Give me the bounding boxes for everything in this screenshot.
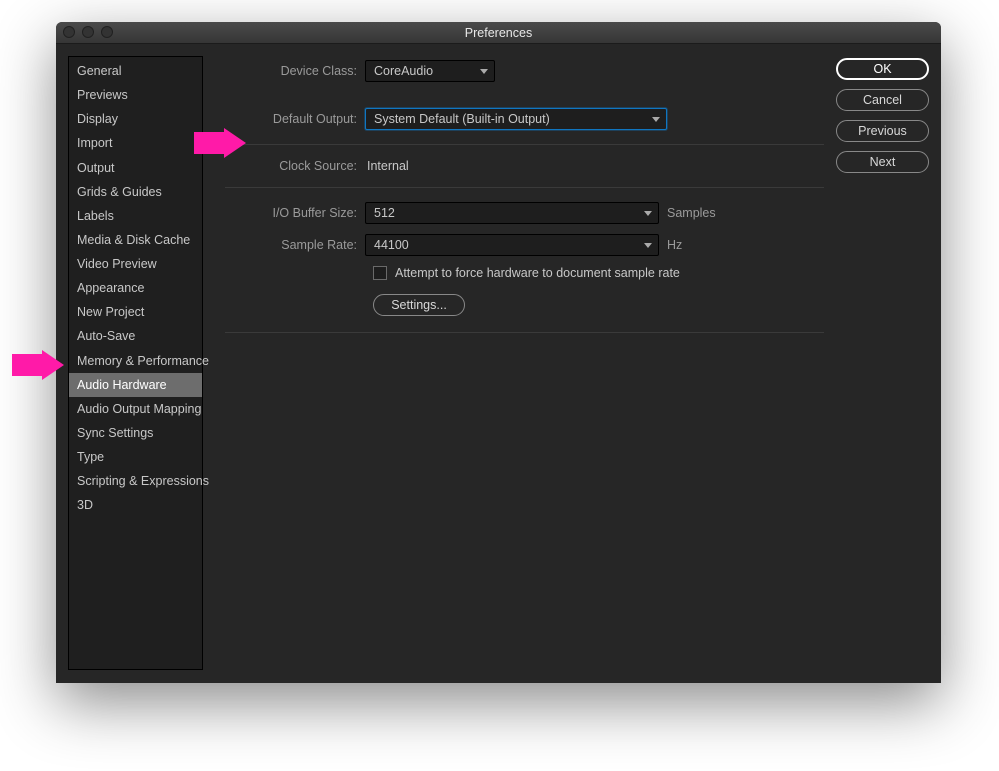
annotation-arrow-icon xyxy=(194,128,246,158)
settings-button[interactable]: Settings... xyxy=(373,294,465,316)
label-device-class: Device Class: xyxy=(215,64,365,78)
label-io-buffer: I/O Buffer Size: xyxy=(215,206,365,220)
separator xyxy=(225,187,824,188)
select-device-class[interactable]: CoreAudio xyxy=(365,60,495,82)
window-controls[interactable] xyxy=(63,26,113,38)
preferences-window: Preferences GeneralPreviewsDisplayImport… xyxy=(56,22,941,683)
next-button[interactable]: Next xyxy=(836,151,929,173)
sidebar-item-audio-output-mapping[interactable]: Audio Output Mapping xyxy=(69,397,202,421)
value-clock-source: Internal xyxy=(365,159,409,173)
chevron-down-icon xyxy=(644,211,652,216)
sidebar-item-general[interactable]: General xyxy=(69,59,202,83)
sidebar-item-display[interactable]: Display xyxy=(69,107,202,131)
action-buttons: OK Cancel Previous Next xyxy=(836,56,929,671)
sidebar-item-audio-hardware[interactable]: Audio Hardware xyxy=(69,373,202,397)
previous-button[interactable]: Previous xyxy=(836,120,929,142)
sidebar-item-auto-save[interactable]: Auto-Save xyxy=(69,324,202,348)
titlebar-title: Preferences xyxy=(465,26,532,40)
chevron-down-icon xyxy=(480,69,488,74)
sidebar-item-media-disk-cache[interactable]: Media & Disk Cache xyxy=(69,228,202,252)
label-default-output: Default Output: xyxy=(215,112,365,126)
sidebar-item-type[interactable]: Type xyxy=(69,445,202,469)
chevron-down-icon xyxy=(652,117,660,122)
annotation-arrow-icon xyxy=(12,350,64,380)
select-sample-rate[interactable]: 44100 xyxy=(365,234,659,256)
label-clock-source: Clock Source: xyxy=(215,159,365,173)
sidebar-item-scripting-expressions[interactable]: Scripting & Expressions xyxy=(69,469,202,493)
select-sample-rate-value: 44100 xyxy=(374,238,409,252)
ok-button[interactable]: OK xyxy=(836,58,929,80)
chevron-down-icon xyxy=(644,243,652,248)
sidebar-item-output[interactable]: Output xyxy=(69,156,202,180)
select-default-output-value: System Default (Built-in Output) xyxy=(374,112,550,126)
sidebar-item-memory-performance[interactable]: Memory & Performance xyxy=(69,349,202,373)
select-device-class-value: CoreAudio xyxy=(374,64,433,78)
label-force-hardware: Attempt to force hardware to document sa… xyxy=(395,266,680,280)
sidebar: GeneralPreviewsDisplayImportOutputGrids … xyxy=(68,56,203,670)
select-default-output[interactable]: System Default (Built-in Output) xyxy=(365,108,667,130)
cancel-button[interactable]: Cancel xyxy=(836,89,929,111)
label-sample-rate: Sample Rate: xyxy=(215,238,365,252)
separator xyxy=(225,332,824,333)
separator xyxy=(225,144,824,145)
unit-hz: Hz xyxy=(667,238,682,252)
select-io-buffer-value: 512 xyxy=(374,206,395,220)
checkbox-force-hardware[interactable] xyxy=(373,266,387,280)
unit-samples: Samples xyxy=(667,206,716,220)
sidebar-item-sync-settings[interactable]: Sync Settings xyxy=(69,421,202,445)
sidebar-item-new-project[interactable]: New Project xyxy=(69,300,202,324)
main-panel: Device Class: CoreAudio Default Output: … xyxy=(215,56,824,671)
select-io-buffer[interactable]: 512 xyxy=(365,202,659,224)
sidebar-item-3d[interactable]: 3D xyxy=(69,493,202,517)
sidebar-item-previews[interactable]: Previews xyxy=(69,83,202,107)
sidebar-item-appearance[interactable]: Appearance xyxy=(69,276,202,300)
sidebar-item-grids-guides[interactable]: Grids & Guides xyxy=(69,180,202,204)
titlebar: Preferences xyxy=(56,22,941,44)
sidebar-item-import[interactable]: Import xyxy=(69,131,202,155)
sidebar-item-labels[interactable]: Labels xyxy=(69,204,202,228)
sidebar-item-video-preview[interactable]: Video Preview xyxy=(69,252,202,276)
